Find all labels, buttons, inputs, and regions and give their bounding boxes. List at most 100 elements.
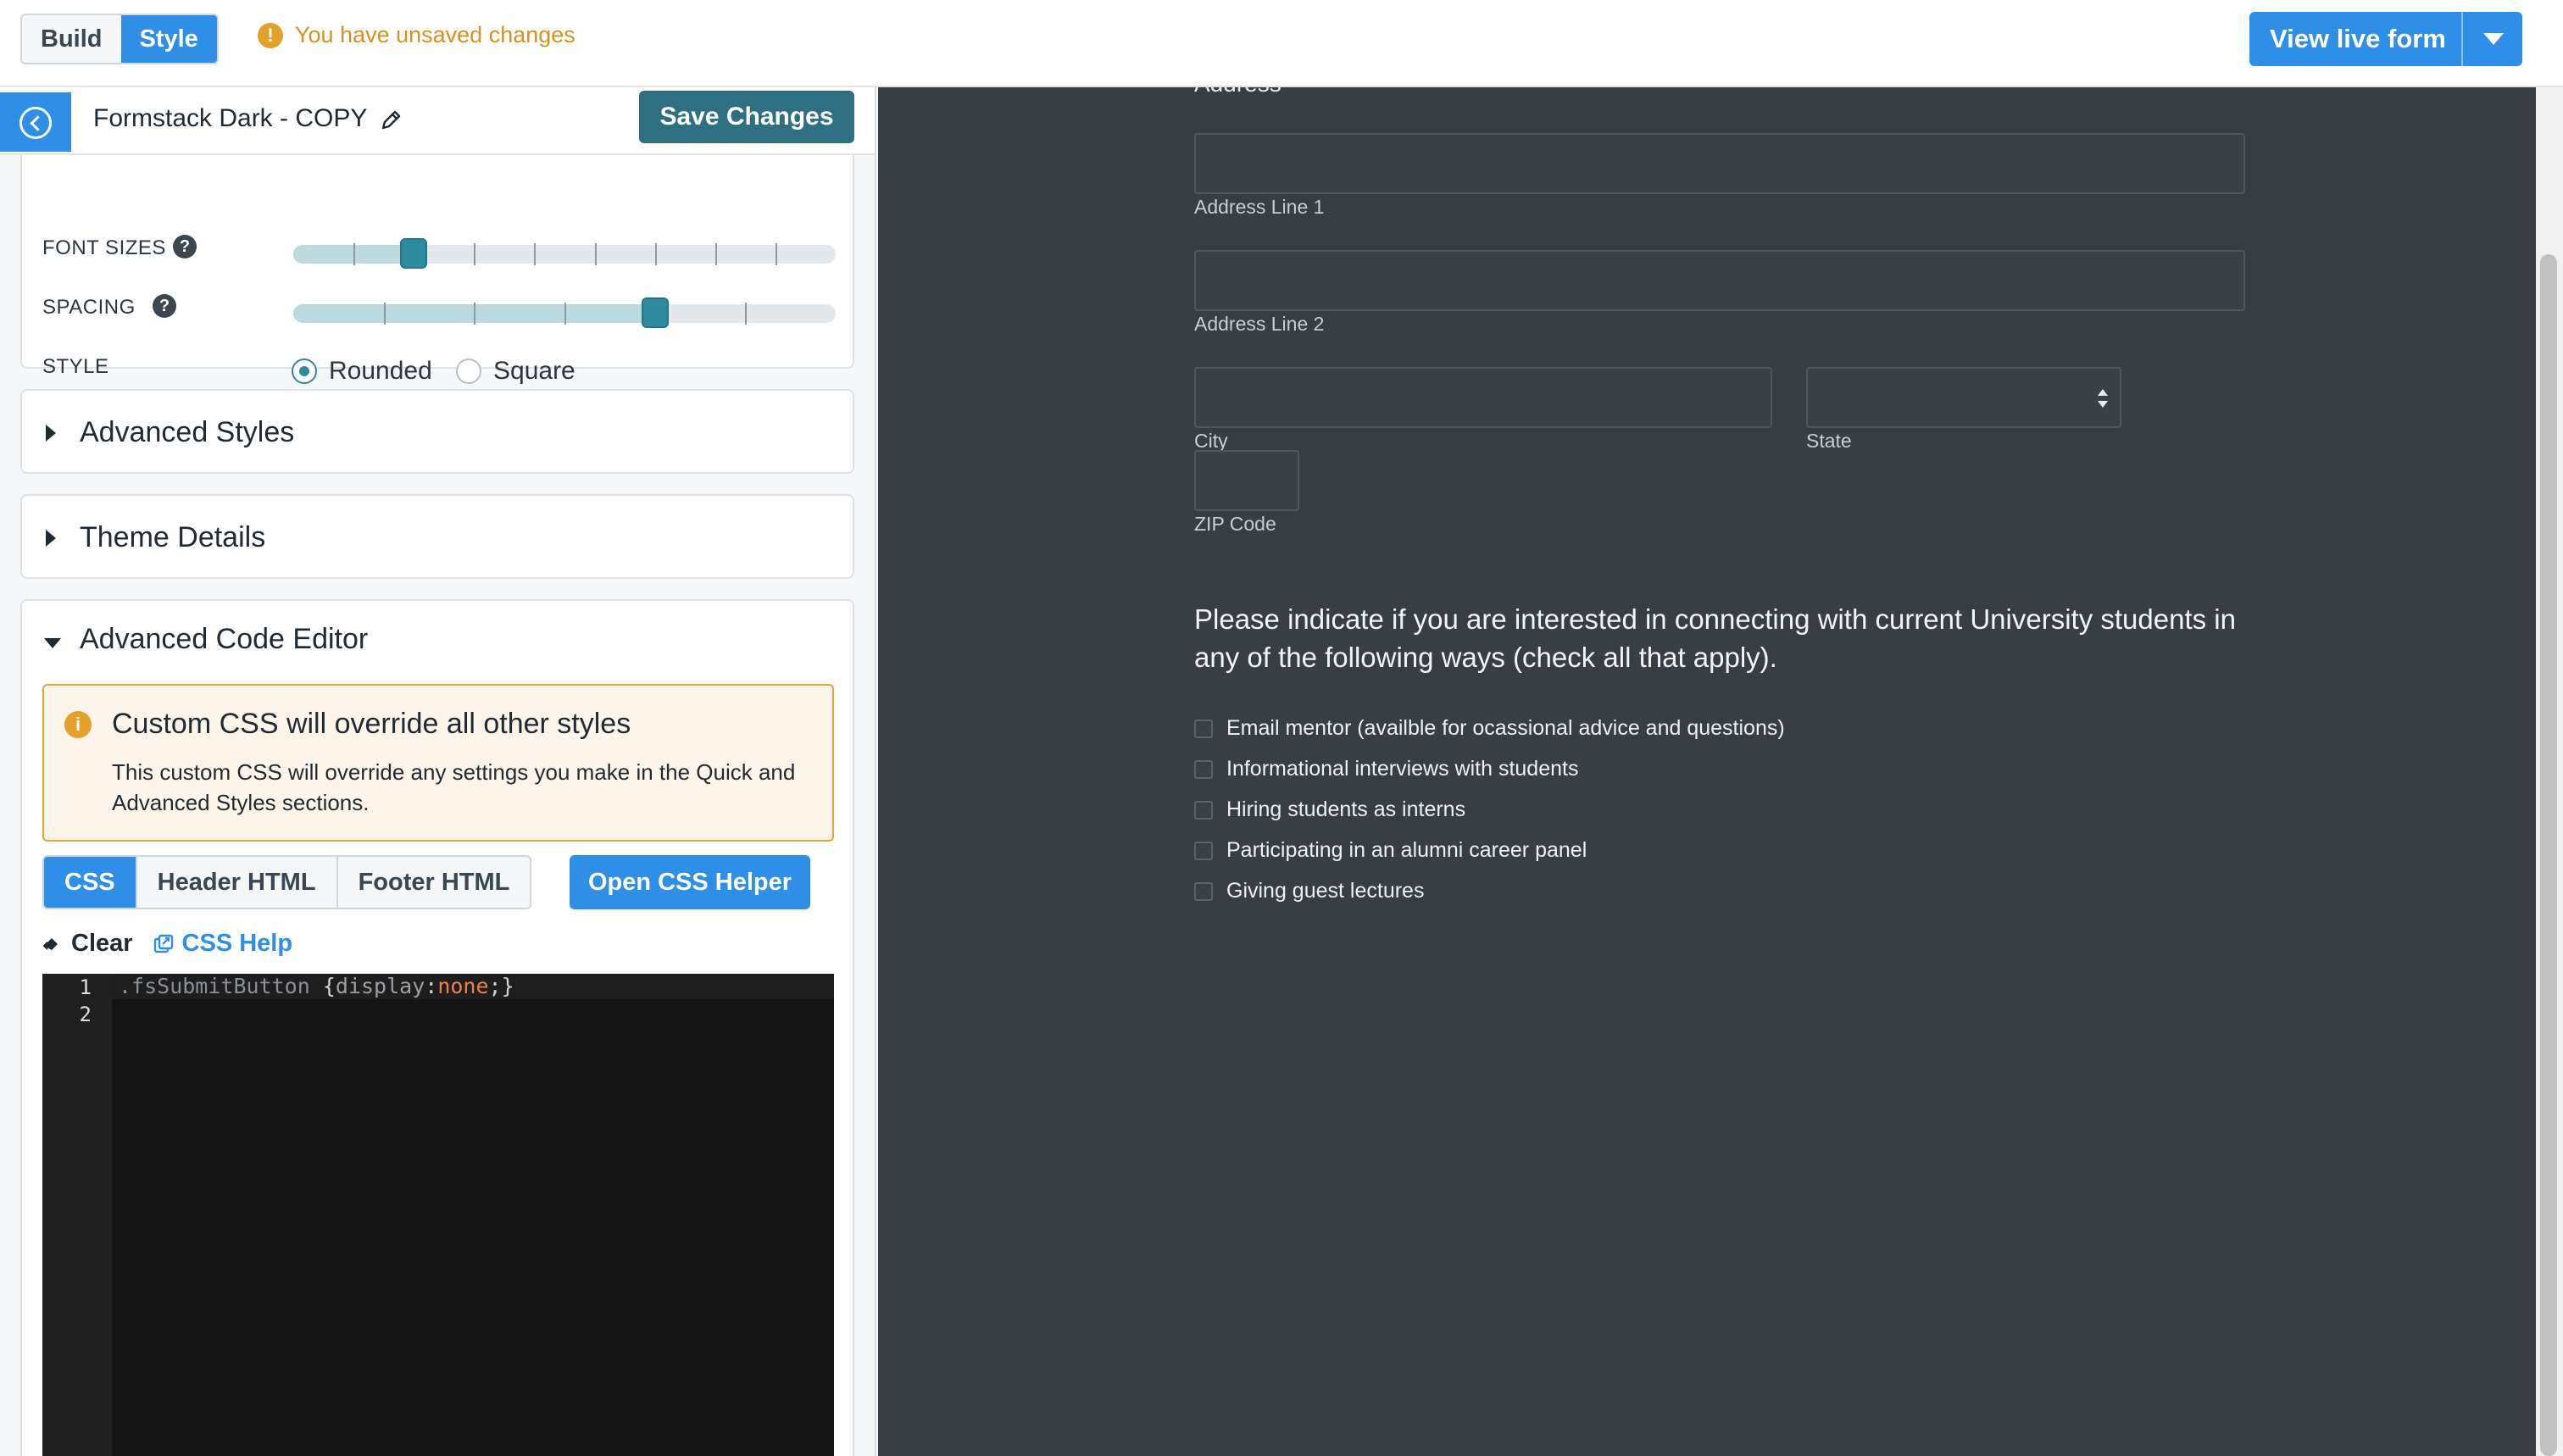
accordion-theme-details[interactable]: Theme Details [20, 494, 854, 579]
style-label: STYLE [42, 355, 109, 378]
tab-css[interactable]: CSS [44, 857, 137, 908]
tab-build[interactable]: Build [22, 15, 121, 63]
info-icon: i [64, 711, 92, 738]
state-select[interactable] [1806, 367, 2121, 428]
interest-question: Please indicate if you are interested in… [1194, 603, 2236, 673]
radio-rounded[interactable] [292, 358, 317, 384]
checkbox[interactable] [1194, 881, 1213, 901]
city-input[interactable] [1194, 367, 1772, 428]
caret-down-icon[interactable] [44, 638, 61, 648]
view-live-form-label[interactable]: View live form [2249, 12, 2461, 66]
checkbox-option[interactable]: Giving guest lectures [1194, 879, 1424, 903]
tab-header-html[interactable]: Header HTML [136, 857, 338, 908]
quick-styles-card: FONT SIZES ? SPACING ? STYLE Rounded Squ… [20, 155, 854, 385]
clear-button[interactable]: Clear [71, 930, 133, 958]
slider-tick [534, 243, 537, 265]
accordion-title: Theme Details [80, 521, 266, 553]
css-override-alert: i Custom CSS will override all other sty… [42, 684, 834, 842]
zip-input[interactable] [1194, 450, 1299, 511]
slider-tick [383, 303, 386, 325]
unsaved-indicator: ! You have unsaved changes [258, 22, 575, 48]
help-icon[interactable]: ? [173, 235, 197, 258]
slider-tick [714, 243, 717, 265]
slider-tick [474, 303, 476, 325]
checkbox-option[interactable]: Informational interviews with students [1194, 757, 1578, 781]
checkbox-label[interactable]: Informational interviews with students [1226, 757, 1578, 781]
back-button[interactable] [0, 92, 71, 152]
address-line2-label: Address Line 2 [1194, 313, 1325, 335]
spacing-label: SPACING [42, 296, 136, 319]
line-number: 2 [79, 1003, 92, 1026]
save-changes-button[interactable]: Save Changes [639, 91, 854, 143]
radio-rounded-label[interactable]: Rounded [329, 357, 432, 386]
checkbox-label[interactable]: Giving guest lectures [1226, 879, 1424, 903]
checkbox[interactable] [1194, 800, 1213, 820]
external-link-icon[interactable] [153, 934, 174, 954]
accordion-advanced-styles[interactable]: Advanced Styles [20, 389, 854, 474]
zip-label: ZIP Code [1194, 513, 1276, 535]
style-panel: Formstack Dark - COPY Save Changes FONT … [0, 87, 876, 1456]
checkbox-option[interactable]: Hiring students as interns [1194, 797, 1465, 822]
address-label: Address [1194, 87, 1282, 97]
address-line2-input[interactable] [1194, 250, 2245, 311]
line-number: 1 [79, 975, 92, 999]
pencil-icon[interactable] [380, 109, 402, 131]
font-sizes-label: FONT SIZES [42, 236, 166, 259]
slider-tick [564, 303, 566, 325]
slider-tick [775, 243, 777, 265]
font-sizes-slider[interactable] [293, 238, 836, 269]
editor-toolbar: Clear CSS Help [42, 930, 292, 958]
warning-icon: ! [258, 22, 283, 48]
checkbox-option[interactable]: Email mentor (availble for ocassional ad… [1194, 716, 1785, 741]
radio-square[interactable] [456, 358, 481, 384]
checkbox-label[interactable]: Hiring students as interns [1226, 797, 1465, 822]
css-help-link[interactable]: CSS Help [182, 930, 293, 958]
address-line1-input[interactable] [1194, 133, 2245, 194]
checkbox[interactable] [1194, 841, 1213, 860]
checkbox[interactable] [1194, 719, 1213, 738]
advanced-code-editor-card: Advanced Code Editor i Custom CSS will o… [20, 599, 854, 1456]
slider-tick [594, 243, 597, 265]
theme-name: Formstack Dark - COPY [93, 104, 368, 132]
accordion-title: Advanced Styles [80, 416, 295, 448]
checkbox[interactable] [1194, 759, 1213, 779]
slider-handle[interactable] [400, 238, 428, 269]
mode-switch: Build Style [20, 14, 219, 64]
eraser-icon[interactable] [42, 935, 61, 953]
select-arrows-icon [2098, 389, 2108, 409]
scrollbar-thumb[interactable] [2540, 254, 2557, 1456]
line-number-gutter: 1 2 [42, 974, 112, 1456]
address-line1-label: Address Line 1 [1194, 196, 1325, 218]
code-tabs: CSS Header HTML Footer HTML [42, 855, 532, 909]
slider-handle[interactable] [641, 297, 669, 328]
alert-body: This custom CSS will override any settin… [112, 759, 796, 815]
advanced-code-editor-title[interactable]: Advanced Code Editor [80, 623, 368, 656]
checkbox-label[interactable]: Participating in an alumni career panel [1226, 838, 1587, 863]
caret-right-icon [46, 425, 56, 442]
state-label: State [1806, 430, 1852, 452]
slider-tick [353, 243, 356, 265]
code-line[interactable]: .fsSubmitButton {display:none;} [119, 974, 514, 999]
tab-style[interactable]: Style [120, 15, 217, 63]
unsaved-text: You have unsaved changes [295, 22, 575, 47]
open-css-helper-button[interactable]: Open CSS Helper [570, 855, 810, 909]
caret-right-icon [46, 530, 56, 547]
form-preview: Address Address Line 1 Address Line 2 Ci… [878, 87, 2536, 1456]
checkbox-option[interactable]: Participating in an alumni career panel [1194, 838, 1587, 863]
spacing-slider[interactable] [293, 297, 836, 328]
radio-square-label[interactable]: Square [493, 357, 575, 386]
city-label: City [1194, 430, 1228, 452]
view-live-form-button[interactable]: View live form [2249, 12, 2522, 66]
theme-header: Formstack Dark - COPY Save Changes [0, 87, 875, 155]
alert-title: Custom CSS will override all other style… [112, 708, 631, 740]
back-arrow-icon [19, 107, 52, 139]
chevron-down-icon[interactable] [2461, 12, 2522, 66]
code-editor[interactable]: 1 2 .fsSubmitButton {display:none;} [42, 974, 834, 1456]
tab-footer-html[interactable]: Footer HTML [337, 857, 531, 908]
checkbox-label[interactable]: Email mentor (availble for ocassional ad… [1226, 716, 1785, 741]
top-bar: Build Style ! You have unsaved changes V… [0, 0, 2563, 87]
help-icon[interactable]: ? [153, 294, 176, 318]
slider-tick [745, 303, 748, 325]
slider-tick [654, 243, 657, 265]
slider-tick [474, 243, 476, 265]
